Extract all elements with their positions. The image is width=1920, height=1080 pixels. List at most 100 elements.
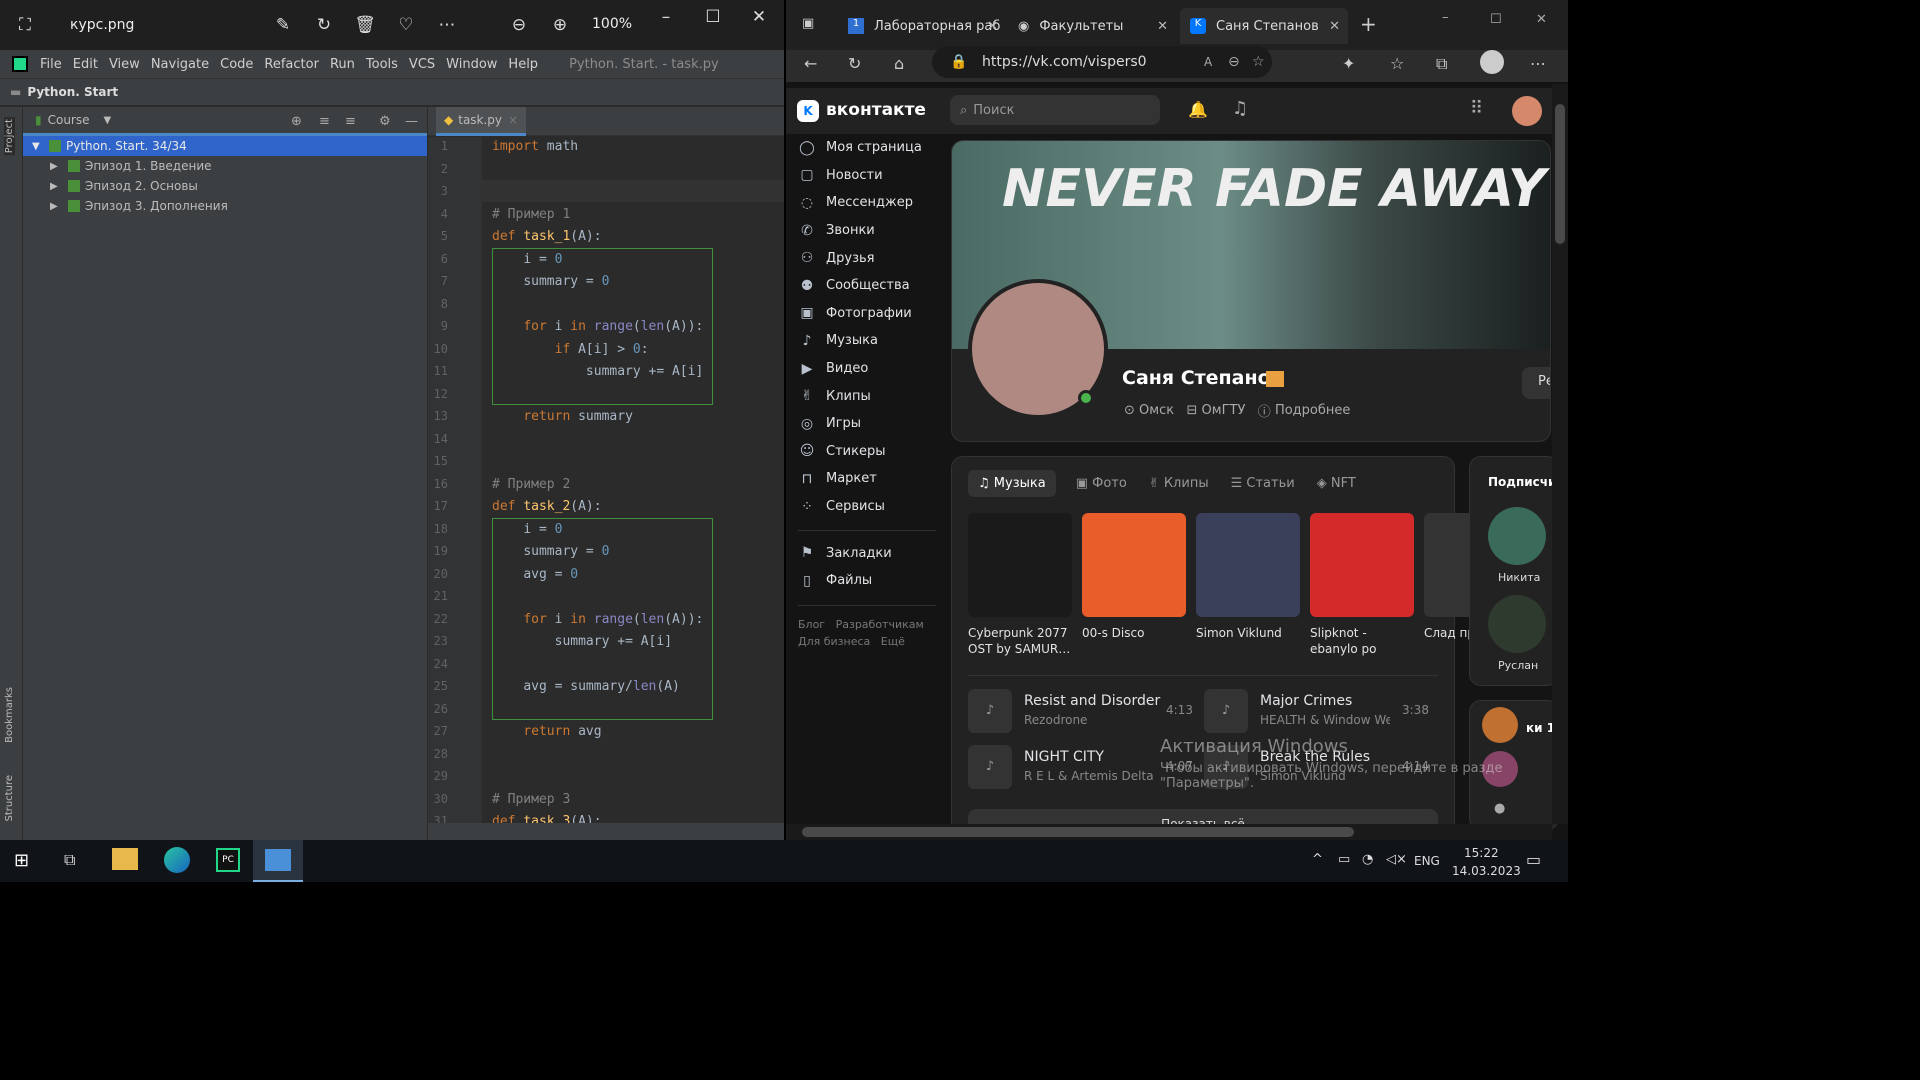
delete-icon[interactable]: 🗑 [354, 14, 376, 36]
chevron-right-icon[interactable]: ▶ [50, 181, 58, 192]
clock-time[interactable]: 15:22 [1464, 846, 1499, 860]
clock-date[interactable]: 14.03.2023 [1452, 864, 1521, 878]
tab-photo[interactable]: ▣ Фото [1066, 470, 1137, 497]
browser-tab-vk[interactable]: K Саня Степанов ✕ [1180, 8, 1348, 44]
vk-menu-clips[interactable]: ✌ Клипы [786, 382, 944, 410]
chat-bubble-icon[interactable]: ● [1494, 801, 1505, 816]
subscriber-name[interactable]: Руслан [1498, 659, 1538, 672]
tree-item-episode-1[interactable]: ▶ Эпизод 1. Введение [23, 156, 427, 176]
album-item[interactable]: 00-s Disco [1082, 513, 1186, 657]
scrollbar-thumb[interactable] [802, 827, 1354, 837]
structure-tool-tab[interactable]: Structure [4, 775, 15, 822]
album-cover[interactable] [1310, 513, 1414, 617]
vk-menu-files[interactable]: ▯ Файлы [786, 567, 944, 595]
apps-grid-icon[interactable]: ⠿ [1470, 98, 1483, 119]
vk-menu-music[interactable]: ♪ Музыка [786, 327, 944, 355]
extensions-icon[interactable]: ✦ [1342, 54, 1355, 73]
favorites-icon[interactable]: ☆ [1390, 54, 1404, 73]
footer-link-developers[interactable]: Разработчикам [836, 618, 924, 631]
chevron-up-icon[interactable]: ^ [1312, 852, 1323, 867]
album-cover[interactable] [1196, 513, 1300, 617]
vk-logo-text[interactable]: вконтакте [826, 100, 926, 120]
subscriber-name[interactable]: Никита [1498, 571, 1540, 584]
menu-refactor[interactable]: Refactor [264, 57, 319, 72]
menu-code[interactable]: Code [220, 57, 253, 72]
close-tab-icon[interactable]: ✕ [987, 19, 998, 34]
panel-title[interactable]: Course [48, 113, 90, 127]
album-item[interactable]: Slipknot - ebanylo po bashke [1310, 513, 1414, 657]
nav-project-name[interactable]: Python. Start [27, 85, 118, 99]
album-title[interactable]: Slipknot - ebanylo po bashke [1310, 625, 1414, 657]
tab-clips[interactable]: ✌ Клипы [1139, 470, 1219, 497]
close-icon[interactable]: ✕ [1536, 12, 1547, 27]
wifi-icon[interactable]: ◔ [1362, 852, 1373, 867]
footer-link-blog[interactable]: Блог [798, 618, 825, 631]
bell-icon[interactable]: 🔔 [1188, 100, 1208, 119]
album-cover[interactable] [968, 513, 1072, 617]
track-cover-icon[interactable]: ♪ [968, 745, 1012, 789]
track-item[interactable]: ♪ Major Crimes HEALTH & Window We… 3:38 [1204, 689, 1434, 737]
back-icon[interactable]: ← [804, 54, 817, 73]
collections-icon[interactable]: ⧉ [1436, 54, 1447, 74]
close-tab-icon[interactable]: ✕ [1157, 19, 1168, 34]
profile-university[interactable]: ОмГТУ [1202, 403, 1246, 418]
track-cover-icon[interactable]: ♪ [1204, 745, 1248, 789]
track-artist[interactable]: Simon Viklund [1260, 769, 1390, 783]
refresh-icon[interactable]: ↻ [848, 54, 861, 73]
battery-icon[interactable]: ▭ [1338, 852, 1350, 867]
minimize-icon[interactable]: – [655, 6, 677, 28]
read-aloud-icon[interactable]: A [1204, 55, 1212, 69]
project-tool-tab[interactable]: Project [4, 117, 15, 156]
track-artist[interactable]: Rezodrone [1024, 713, 1154, 727]
tab-music[interactable]: ♫ Музыка [968, 470, 1056, 497]
tab-nft[interactable]: ◈ NFT [1307, 470, 1366, 497]
scrollbar-thumb[interactable] [1555, 104, 1565, 244]
vk-logo-icon[interactable]: K [797, 100, 819, 122]
edit-profile-button[interactable]: Ре [1522, 367, 1550, 399]
task-view-icon[interactable]: ⧉ [64, 850, 75, 870]
album-title[interactable]: 00-s Disco [1082, 625, 1186, 657]
vk-menu-market[interactable]: ⊓ Маркет [786, 465, 944, 493]
album-item[interactable]: Simon Viklund [1196, 513, 1300, 657]
address-bar[interactable]: 🔒 https://vk.com/vispers0 A ⊖ ☆ [932, 46, 1272, 78]
photos-taskbar-button[interactable] [253, 840, 303, 882]
edit-icon[interactable]: ✎ [272, 14, 294, 36]
album-title[interactable]: Simon Viklund [1196, 625, 1300, 657]
vk-menu-friends[interactable]: ⚇ Друзья [786, 244, 944, 272]
track-item[interactable]: ♪ Resist and Disorder Rezodrone 4:13 [968, 689, 1198, 737]
home-icon[interactable]: ⌂ [894, 54, 904, 73]
more-icon[interactable]: ⋯ [1530, 54, 1546, 73]
track-item[interactable]: ♪ NIGHT CITY R E L & Artemis Delta 4:07 [968, 745, 1198, 793]
favorite-icon[interactable]: ♡ [395, 14, 417, 36]
album-cover[interactable] [1082, 513, 1186, 617]
zoom-in-icon[interactable]: ⊕ [549, 14, 571, 36]
file-explorer-icon[interactable] [112, 848, 138, 870]
footer-link-business[interactable]: Для бизнеса [798, 635, 870, 648]
vk-menu-video[interactable]: ▶ Видео [786, 355, 944, 383]
pycharm-icon[interactable]: PC [216, 848, 240, 872]
settings-icon[interactable]: ⚙ [379, 114, 391, 129]
more-icon[interactable]: ⋯ [436, 14, 458, 36]
collapse-all-icon[interactable]: ≡ [345, 114, 356, 129]
tree-item-episode-2[interactable]: ▶ Эпизод 2. Основы [23, 176, 427, 196]
subscriber-avatar[interactable] [1488, 595, 1546, 653]
friend-avatar[interactable] [1482, 751, 1518, 787]
horizontal-scrollbar[interactable] [786, 824, 1552, 840]
bookmarks-tool-tab[interactable]: Bookmarks [4, 687, 15, 743]
menu-window[interactable]: Window [446, 57, 497, 72]
menu-navigate[interactable]: Navigate [151, 57, 209, 72]
vk-menu-calls[interactable]: ✆ Звонки [786, 217, 944, 245]
zoom-icon[interactable]: ⊖ [1228, 54, 1240, 70]
notifications-icon[interactable]: ▭ [1526, 850, 1541, 869]
track-item[interactable]: ♪ Break the Rules Simon Viklund 4:14 [1204, 745, 1434, 793]
vk-menu-services[interactable]: ⁘ Сервисы [786, 493, 944, 521]
locate-icon[interactable]: ⊕ [291, 114, 302, 129]
vk-menu-games[interactable]: ◎ Игры [786, 410, 944, 438]
profile-more-link[interactable]: Подробнее [1275, 403, 1350, 418]
language-indicator[interactable]: ENG [1414, 854, 1440, 868]
vertical-scrollbar[interactable] [1552, 84, 1568, 824]
friend-avatar[interactable] [1482, 707, 1518, 743]
tab-articles[interactable]: ☰ Статьи [1221, 470, 1305, 497]
maximize-icon[interactable]: ☐ [702, 6, 724, 28]
menu-edit[interactable]: Edit [73, 57, 98, 72]
